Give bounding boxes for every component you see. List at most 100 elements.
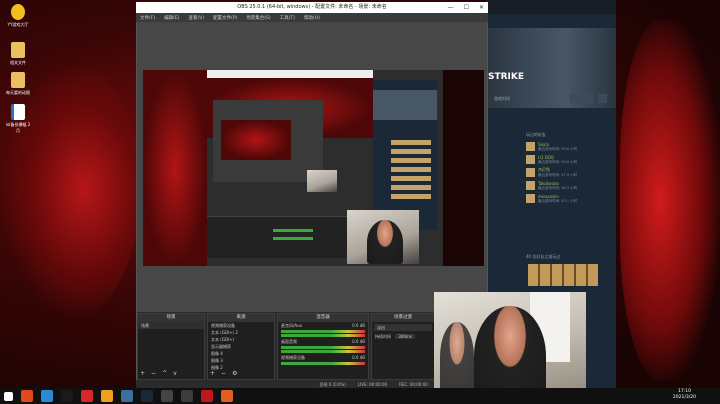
menu-scene-collection[interactable]: 场景集合(S) [246, 15, 270, 21]
source-item[interactable]: 文本 (GDI+) [208, 336, 274, 343]
menu-profile[interactable]: 配置文件(P) [213, 15, 237, 21]
preview-canvas[interactable] [143, 70, 484, 266]
taskbar-app-icon[interactable] [81, 390, 93, 402]
dock-title: 场景 [138, 314, 204, 322]
window-controls: — ☐ ✕ [448, 2, 484, 13]
channel-db: 0.0 dB [352, 339, 365, 344]
menu-tools[interactable]: 工具(T) [280, 15, 295, 21]
dock-title: 混音器 [278, 314, 368, 322]
steam-titlebar [486, 0, 616, 14]
mixer-dock: 混音器 麦克风/Aux 0.0 dB 桌面音频 0.0 dB 视频捕获设备 0.… [277, 313, 369, 380]
nested-webcam [307, 170, 337, 192]
playtime-label: 游戏时间 [494, 96, 510, 101]
clock-date: 2021/3/20 [672, 395, 696, 400]
menu-edit[interactable]: 编辑(E) [164, 15, 179, 21]
remove-icon[interactable]: − [221, 370, 226, 377]
folder-icon [11, 42, 25, 58]
game-title: STRIKE [488, 72, 525, 82]
menu-view[interactable]: 查看(V) [188, 15, 204, 21]
avatar [526, 194, 535, 203]
taskbar-app-icon[interactable] [61, 390, 73, 402]
duration-label: 持续时间 [375, 334, 391, 339]
preview-wallpaper [143, 70, 207, 266]
dock-title: 场景过渡 [372, 314, 434, 322]
volume-meter[interactable] [281, 346, 365, 349]
friend-avatars-grid[interactable] [528, 264, 598, 286]
dock-title: 来源 [208, 314, 274, 322]
taskbar-app-icon[interactable] [221, 390, 233, 402]
list-item[interactable]: LQ.DDQ 最近游戏时间: 90.6 小时 [526, 153, 610, 166]
list-item[interactable]: Sayla 最近游戏时间: 90.6 小时 [526, 140, 610, 153]
document-icon [11, 104, 25, 120]
avatar [526, 142, 535, 151]
nested-steam [373, 80, 437, 230]
obs-menubar: 文件(F) 编辑(E) 查看(V) 配置文件(P) 场景集合(S) 工具(T) … [136, 13, 488, 22]
steam-taskbar-icon[interactable] [141, 390, 153, 402]
source-item[interactable]: 显示器捕获 [208, 343, 274, 350]
taskbar-app-icon[interactable] [201, 390, 213, 402]
desktop-icon-label: 相关文件 [10, 60, 26, 65]
list-item[interactable]: 杰尼龟 最近游戏时间: 47.9 小时 [526, 166, 610, 179]
transitions-dock: 场景过渡 淡出 持续时间 300ms [371, 313, 435, 380]
down-icon[interactable]: v [173, 370, 177, 377]
source-item[interactable]: 图像 3 [208, 357, 274, 364]
friends-more-header: 40 位好友之前玩过 [526, 254, 561, 259]
wallpaper-swirl-left [0, 60, 140, 320]
scenes-dock: 场景 场景 + − ^ v [137, 313, 205, 380]
gear-icon[interactable] [570, 94, 579, 103]
duration-field[interactable]: 300ms [395, 334, 415, 339]
volume-meter[interactable] [281, 334, 365, 337]
windows-start-icon[interactable] [4, 391, 13, 401]
volume-meter[interactable] [281, 350, 365, 353]
obs-taskbar-icon[interactable] [161, 390, 173, 402]
source-item[interactable]: 视频捕获设备 [208, 322, 274, 329]
list-item[interactable]: missaosiin 最近游戏时间: 43.1 小时 [526, 192, 610, 205]
person-background [440, 322, 474, 392]
desktop-icon-doc[interactable]: lol备份横幅 2月 [4, 104, 32, 134]
preview-webcam [347, 210, 419, 264]
taskbar-app-icon[interactable] [41, 390, 53, 402]
channel-db: 0.0 dB [352, 323, 365, 328]
add-icon[interactable]: + [140, 370, 145, 377]
channel-name: 麦克风/Aux [281, 323, 302, 328]
avatar [526, 155, 535, 164]
taskbar-app-icon[interactable] [121, 390, 133, 402]
channel-name: 视频捕获设备 [281, 355, 305, 360]
scene-item[interactable]: 场景 [138, 322, 204, 329]
menu-help[interactable]: 帮助(H) [304, 15, 320, 21]
folder-icon [11, 72, 25, 88]
system-clock[interactable]: 17:10 2021/3/20 [673, 389, 696, 401]
desktop-icon-files[interactable]: 相关文件 [4, 42, 32, 66]
source-item[interactable]: 图像 4 [208, 350, 274, 357]
desktop-icon-gifs[interactable]: 每天要的动图 [4, 72, 32, 96]
heart-icon[interactable] [598, 94, 607, 103]
obs-titlebar: OBS 25.0.1 (64-bit, windows) - 配置文件: 未命名… [136, 2, 488, 13]
desktop-icon-label: lol备份横幅 2月 [5, 122, 31, 133]
wallpaper-swirl-right [620, 20, 720, 380]
transition-select[interactable]: 淡出 [374, 324, 432, 331]
minimize-icon[interactable]: — [448, 2, 454, 13]
add-icon[interactable]: + [210, 370, 215, 377]
avatar [526, 168, 535, 177]
taskbar-app-icon[interactable] [181, 390, 193, 402]
menu-file[interactable]: 文件(F) [140, 15, 155, 21]
volume-meter[interactable] [281, 362, 365, 365]
taskbar-app-icon[interactable] [101, 390, 113, 402]
friends-list: Sayla 最近游戏时间: 90.6 小时 LQ.DDQ 最近游戏时间: 90.6 … [526, 140, 610, 205]
info-icon[interactable] [584, 94, 593, 103]
maximize-icon[interactable]: ☐ [464, 2, 469, 13]
remove-icon[interactable]: − [151, 370, 156, 377]
up-icon[interactable]: ^ [162, 370, 167, 377]
close-icon[interactable]: ✕ [479, 2, 484, 13]
yy-app-icon [11, 4, 25, 20]
sources-dock: 来源 视频捕获设备 文本 (GDI+) 2 文本 (GDI+) 显示器捕获 图像… [207, 313, 275, 380]
taskbar-app-icon[interactable] [21, 390, 33, 402]
window-title: OBS 25.0.1 (64-bit, windows) - 配置文件: 未命名… [237, 4, 387, 10]
source-item[interactable]: 文本 (GDI+) 2 [208, 329, 274, 336]
friends-header: 玩过的好友 [526, 132, 546, 137]
list-item[interactable]: Takokoooo 最近游戏时间: 46.3 小时 [526, 179, 610, 192]
volume-meter[interactable] [281, 330, 365, 333]
gear-icon[interactable]: ⚙ [232, 370, 237, 377]
desktop-icon-yy[interactable]: YY游戏大厅 [4, 4, 32, 28]
channel-name: 桌面音频 [281, 339, 297, 344]
